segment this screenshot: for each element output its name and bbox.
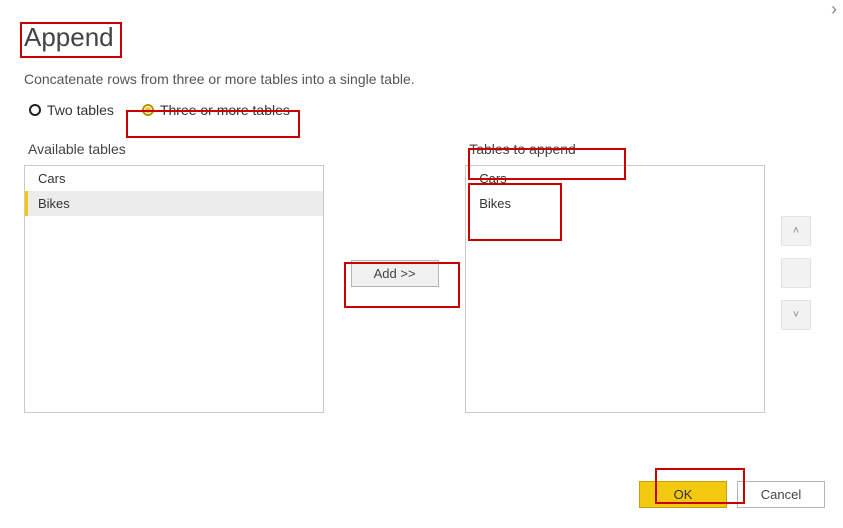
- blank-icon: [795, 267, 798, 279]
- dialog-footer: OK Cancel: [639, 481, 825, 508]
- table-count-radio-group: Two tables Three or more tables: [24, 99, 819, 121]
- radio-two-tables[interactable]: Two tables: [24, 99, 119, 121]
- available-tables-listbox[interactable]: CarsBikes: [24, 165, 324, 413]
- radio-three-or-more-label: Three or more tables: [160, 102, 290, 118]
- append-column: Tables to append CarsBikes: [465, 139, 765, 413]
- ok-button[interactable]: OK: [639, 481, 727, 508]
- remove-button[interactable]: [781, 258, 811, 288]
- lists-row: Available tables CarsBikes Add >> Tables…: [24, 139, 819, 413]
- available-column: Available tables CarsBikes: [24, 139, 324, 413]
- radio-two-tables-label: Two tables: [47, 102, 114, 118]
- available-tables-label: Available tables: [24, 139, 130, 159]
- list-item[interactable]: Cars: [466, 166, 764, 191]
- tables-to-append-listbox[interactable]: CarsBikes: [465, 165, 765, 413]
- radio-icon: [29, 104, 41, 116]
- move-up-button[interactable]: ˄: [781, 216, 811, 246]
- chevron-down-icon: ˅: [793, 309, 799, 321]
- radio-three-or-more[interactable]: Three or more tables: [137, 99, 295, 121]
- close-icon[interactable]: ›: [831, 0, 837, 18]
- list-item[interactable]: Bikes: [466, 191, 764, 216]
- append-dialog: › Append Concatenate rows from three or …: [0, 0, 843, 528]
- tables-to-append-label: Tables to append: [465, 139, 580, 159]
- cancel-button[interactable]: Cancel: [737, 481, 825, 508]
- list-item[interactable]: Bikes: [25, 191, 323, 216]
- chevron-up-icon: ˄: [793, 225, 799, 237]
- dialog-title: Append: [24, 22, 114, 53]
- move-down-button[interactable]: ˅: [781, 300, 811, 330]
- add-button[interactable]: Add >>: [351, 260, 439, 287]
- radio-icon: [142, 104, 154, 116]
- middle-column: Add >>: [324, 139, 465, 387]
- reorder-column: ˄ ˅: [773, 139, 819, 387]
- dialog-subtitle: Concatenate rows from three or more tabl…: [24, 71, 819, 87]
- list-item[interactable]: Cars: [25, 166, 323, 191]
